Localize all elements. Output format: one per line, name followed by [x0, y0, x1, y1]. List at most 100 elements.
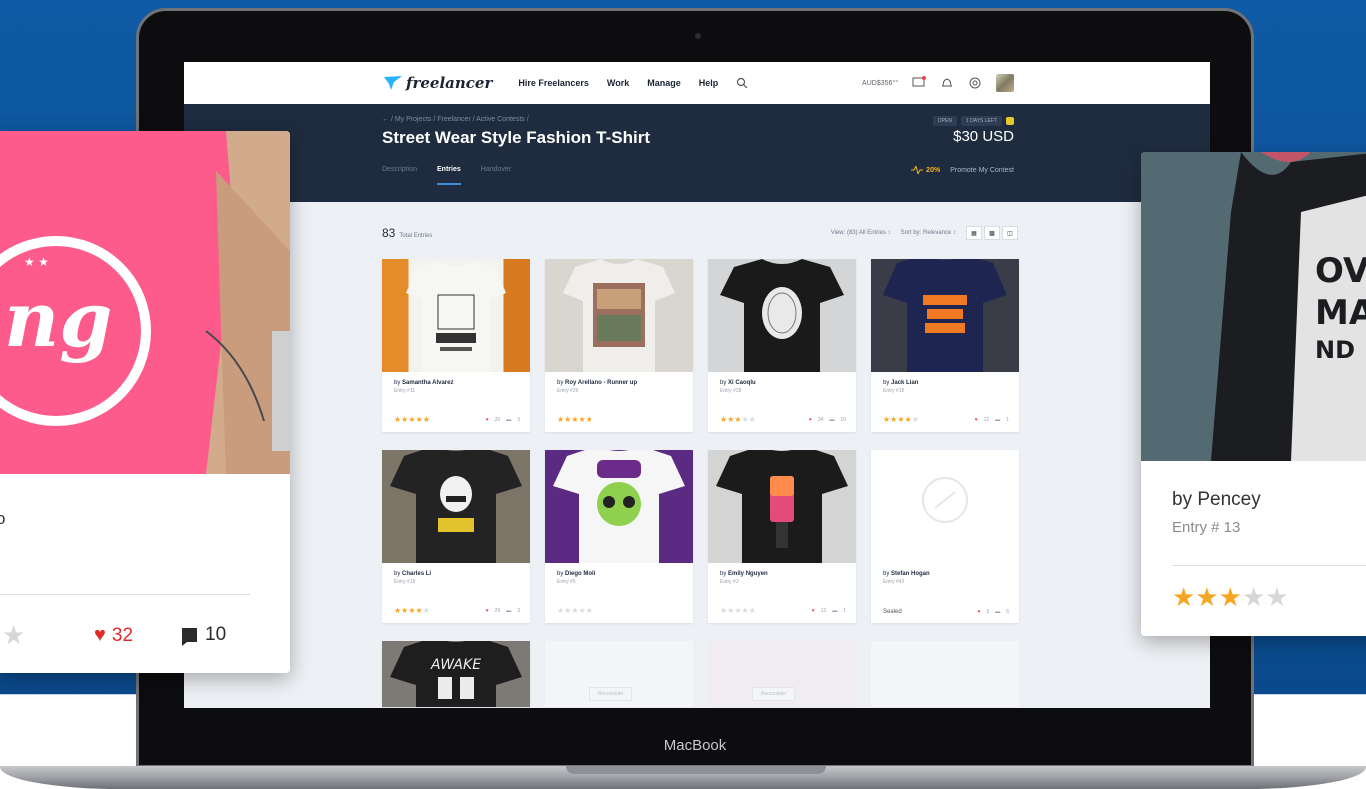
rating-star-icon[interactable]: ★ [2, 622, 25, 648]
featured-entry-image[interactable]: ng ★ ★ [0, 131, 290, 474]
view-filter-select[interactable]: View: (83) All Entries ↕ [831, 230, 891, 236]
heart-icon[interactable]: ♥ [94, 624, 106, 647]
freelancer-logo[interactable]: freelancer [384, 74, 492, 92]
entry-card[interactable]: by Diego Moli Entry #5 ★★★★★ [545, 450, 693, 623]
entry-thumbnail[interactable] [545, 450, 693, 563]
featured-entry-author[interactable]: by Pencey [1172, 489, 1261, 511]
heart-icon[interactable]: ♥ [812, 608, 815, 614]
entry-rating-stars[interactable]: ★★★★★ [557, 415, 593, 424]
entry-card[interactable]: by Samantha Alvarez Entry #11 ★★★★★ ♥ 20 ▬… [382, 259, 530, 432]
entry-card[interactable]: AWAKE [382, 641, 530, 707]
entry-author[interactable]: by Diego Moli [557, 571, 681, 577]
featured-entry-card-right[interactable]: OV MA ND by Pencey Entry # 13 ★★★★★ [1141, 152, 1366, 636]
entry-author[interactable]: by Charles Li [394, 571, 518, 577]
comment-icon[interactable]: ▬ [832, 608, 837, 614]
entry-author[interactable]: by Xi Caoqlu [720, 380, 844, 386]
support-icon[interactable] [968, 76, 982, 90]
entry-card[interactable]: by Roy Arellano - Runner up Entry #26 ★★… [545, 259, 693, 432]
comment-icon[interactable]: ▬ [995, 417, 1000, 423]
featured-rating-stars[interactable]: ★★★★★ [1172, 584, 1289, 610]
tab-handover[interactable]: Handover [481, 166, 511, 185]
comment-icon[interactable]: ▬ [506, 417, 511, 423]
promo-percent: 20% [911, 166, 940, 174]
contest-status: OPEN 1 DAYS LEFT [932, 116, 1014, 126]
likes[interactable]: ♥ 32 [94, 624, 133, 647]
tshirt-design-image [553, 450, 685, 563]
entry-card[interactable]: by Stefan Hogan Entry #42 Sealed ♥ 5 ▬ 6 [871, 450, 1019, 623]
entry-card-rejected[interactable] [871, 641, 1019, 707]
entry-rating-stars[interactable]: ★★★★★ [883, 415, 919, 424]
search-icon[interactable] [736, 77, 748, 89]
small-grid-view-icon[interactable]: ▩ [984, 226, 1000, 240]
featured-entry-author[interactable]: o [0, 509, 5, 529]
tab-description[interactable]: Description [382, 166, 417, 185]
featured-badge [1006, 117, 1014, 125]
large-grid-view-icon[interactable]: ▦ [966, 226, 982, 240]
toolbar-controls: View: (83) All Entries ↕ Sort by: Releva… [831, 226, 1018, 240]
entry-thumbnail[interactable] [871, 450, 1019, 563]
entry-card[interactable]: by Xi Caoqlu Entry #28 ★★★★★ ♥ 34 ▬ 10 [708, 259, 856, 432]
entry-author[interactable]: by Jack Lian [883, 380, 1007, 386]
likes-count: 29 [494, 607, 501, 614]
messages-icon[interactable] [912, 76, 926, 90]
comments-count: 10 [840, 416, 846, 423]
featured-entry-card-left[interactable]: ng ★ ★ o ★ ♥ 32 10 [0, 131, 290, 673]
comment-icon[interactable] [182, 628, 197, 646]
reconsider-button[interactable]: Reconsider [589, 687, 633, 701]
entry-author[interactable]: by Roy Arellano - Runner up [557, 380, 681, 386]
tab-entries[interactable]: Entries [437, 166, 461, 185]
comment-icon[interactable]: ▬ [506, 608, 511, 614]
entry-thumbnail[interactable] [708, 259, 856, 372]
entry-thumbnail[interactable] [382, 450, 530, 563]
entry-card[interactable]: by Charles Li Entry #19 ★★★★★ ♥ 29 ▬ 3 [382, 450, 530, 623]
svg-text:OV: OV [1315, 251, 1366, 291]
nav-hire-freelancers[interactable]: Hire Freelancers [518, 78, 589, 88]
promote-contest-link[interactable]: Promote My Contest [950, 167, 1014, 174]
likes-count: 5 [986, 609, 990, 615]
entry-thumbnail[interactable] [871, 259, 1019, 372]
entry-thumbnail[interactable]: AWAKE [382, 641, 530, 707]
promo-percent-value: 20% [926, 166, 941, 174]
comments-count: 3 [517, 416, 520, 423]
entry-author[interactable]: by Stefan Hogan [883, 571, 1007, 577]
list-view-icon[interactable]: ◫ [1002, 226, 1018, 240]
entry-thumbnail[interactable] [545, 259, 693, 372]
entry-rating-stars[interactable]: ★★★★★ [720, 606, 756, 615]
comments[interactable]: 10 [182, 624, 226, 646]
heart-icon[interactable]: ♥ [486, 417, 489, 423]
breadcrumb[interactable]: ← / My Projects / Freelancer / Active Co… [382, 116, 529, 123]
comment-icon[interactable]: ▬ [995, 609, 1000, 615]
entry-card-rejected[interactable]: Reconsider [545, 641, 693, 707]
featured-entry-image[interactable]: OV MA ND [1141, 152, 1366, 461]
account-balance[interactable]: AUD$356°° [862, 80, 898, 87]
comment-icon[interactable]: ▬ [829, 417, 834, 423]
entry-rating-stars[interactable]: ★★★★★ [557, 606, 593, 615]
entry-thumbnail[interactable] [382, 259, 530, 372]
entry-card[interactable]: by Jack Lian Entry #15 ★★★★★ ♥ 12 ▬ 1 [871, 259, 1019, 432]
tshirt-design-image [406, 261, 506, 372]
likes-count: 32 [111, 624, 134, 646]
nav-help[interactable]: Help [699, 78, 719, 88]
heart-icon[interactable]: ♥ [809, 417, 812, 423]
entry-card[interactable]: by Emily Nguyen Entry #3 ★★★★★ ♥ 12 ▬ 1 [708, 450, 856, 623]
entry-rating-stars[interactable]: ★★★★★ [720, 415, 756, 424]
entry-number: Entry #42 [883, 579, 905, 585]
heart-icon[interactable]: ♥ [486, 608, 489, 614]
entry-thumbnail[interactable] [708, 450, 856, 563]
reconsider-button[interactable]: Reconsider [752, 687, 796, 701]
entry-number: Entry #3 [720, 579, 739, 585]
tshirt-design-image: AWAKE [390, 641, 522, 707]
contest-tabs: Description Entries Handover [382, 166, 511, 185]
nav-manage[interactable]: Manage [647, 78, 681, 88]
entry-author[interactable]: by Emily Nguyen [720, 571, 844, 577]
entry-card-rejected[interactable]: Reconsider [708, 641, 856, 707]
entry-rating-stars[interactable]: ★★★★★ [394, 415, 430, 424]
heart-icon[interactable]: ♥ [975, 417, 978, 423]
nav-work[interactable]: Work [607, 78, 629, 88]
sort-select[interactable]: Sort by: Relevance ↕ [901, 230, 956, 236]
entry-rating-stars[interactable]: ★★★★★ [394, 606, 430, 615]
heart-icon[interactable]: ♥ [977, 609, 980, 615]
entry-author[interactable]: by Samantha Alvarez [394, 380, 518, 386]
user-avatar[interactable] [996, 74, 1014, 92]
notifications-bell-icon[interactable] [940, 76, 954, 90]
